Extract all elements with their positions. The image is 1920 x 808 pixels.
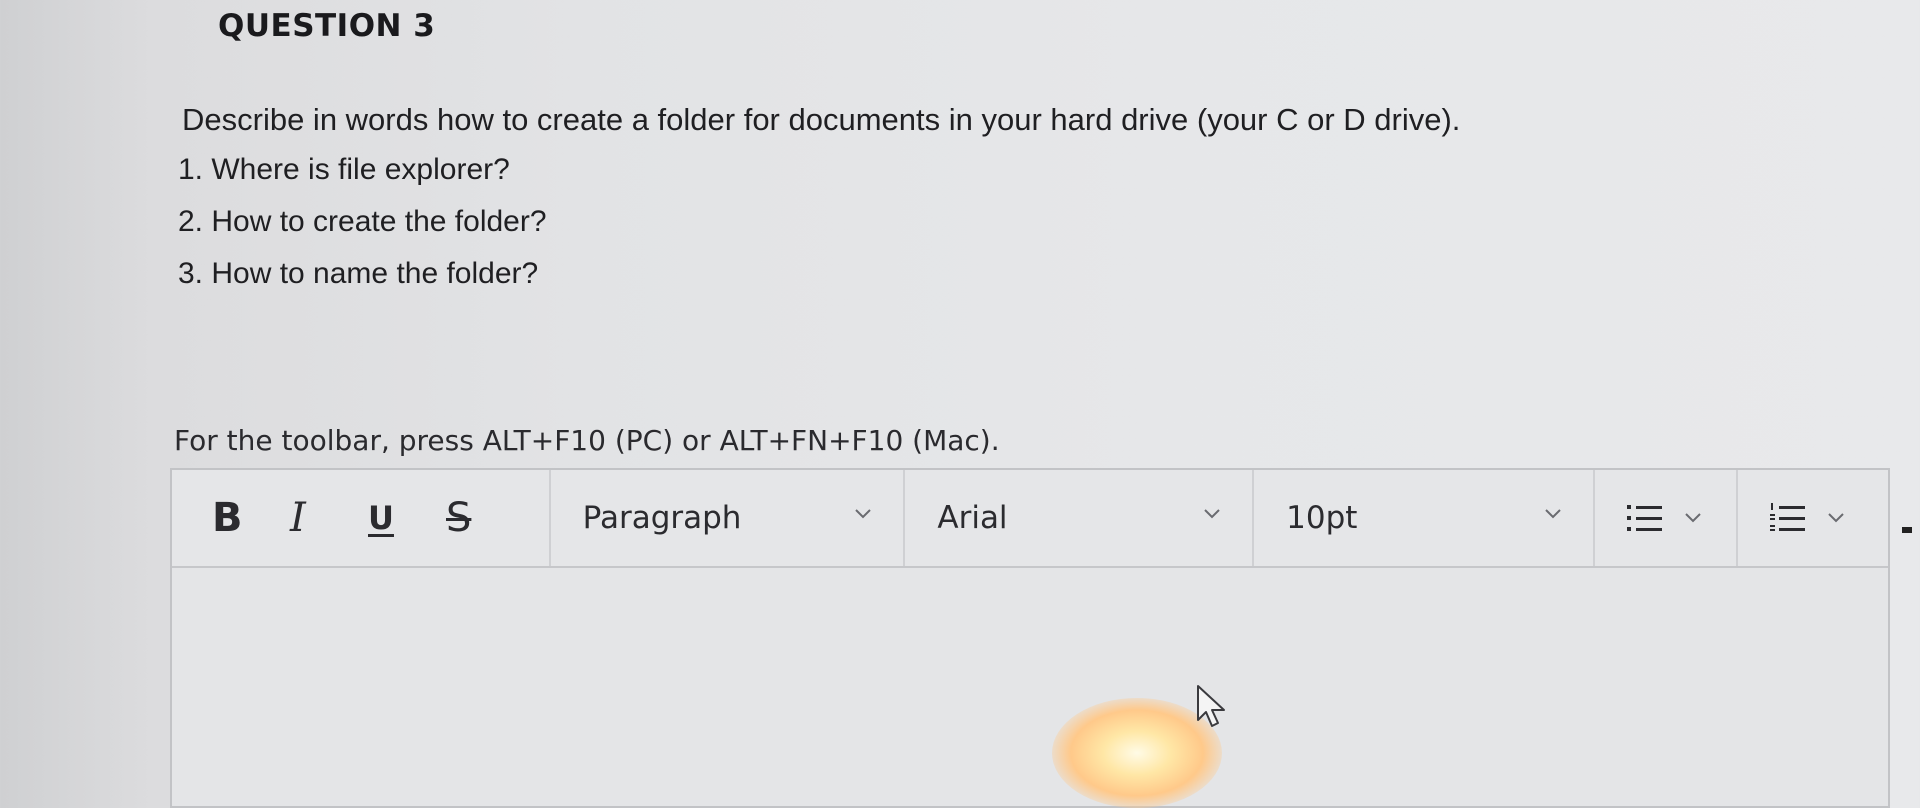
toolbar-hint: For the toolbar, press ALT+F10 (PC) or A… [174,424,1000,457]
font-family-select[interactable]: Arial [905,470,1255,566]
question-sublist: 1. Where is file explorer? 2. How to cre… [178,152,547,308]
toolbar-overflow-indicator [1902,527,1912,533]
question-item: 3. How to name the folder? [178,257,539,290]
paragraph-format-select[interactable]: Paragraph [551,470,906,566]
editor-toolbar: B I U S Paragraph Arial 10pt [172,470,1888,568]
italic-button[interactable]: I [290,488,368,548]
chevron-down-icon [855,509,872,519]
question-item: 1. Where is file explorer? [178,153,510,186]
font-size-value: 10pt [1286,500,1358,536]
chevron-down-icon [1204,509,1220,519]
bullet-list-icon [1626,505,1662,531]
numbered-list-icon [1770,503,1806,531]
numbered-list-button[interactable] [1738,470,1888,566]
underline-button[interactable]: U [368,488,446,548]
font-family-value: Arial [937,500,1008,536]
chevron-down-icon [1685,513,1701,523]
strikethrough-button[interactable]: S [446,488,524,548]
mouse-pointer-icon [1197,685,1225,727]
format-button-group: B I U S [172,470,551,566]
assignment-page: QUESTION 3 Describe in words how to crea… [0,0,1920,808]
editor-content-area[interactable] [172,568,1888,808]
font-size-select[interactable]: 10pt [1254,470,1595,566]
chevron-down-icon [1828,513,1845,523]
rich-text-editor: B I U S Paragraph Arial 10pt [170,468,1890,808]
bullet-list-button[interactable] [1595,470,1739,566]
question-title: QUESTION 3 [218,8,436,44]
question-prompt: Describe in words how to create a folder… [182,102,1461,137]
paragraph-format-value: Paragraph [582,500,742,536]
chevron-down-icon [1545,509,1561,519]
question-item: 2. How to create the folder? [178,205,547,238]
bold-button[interactable]: B [212,488,290,548]
